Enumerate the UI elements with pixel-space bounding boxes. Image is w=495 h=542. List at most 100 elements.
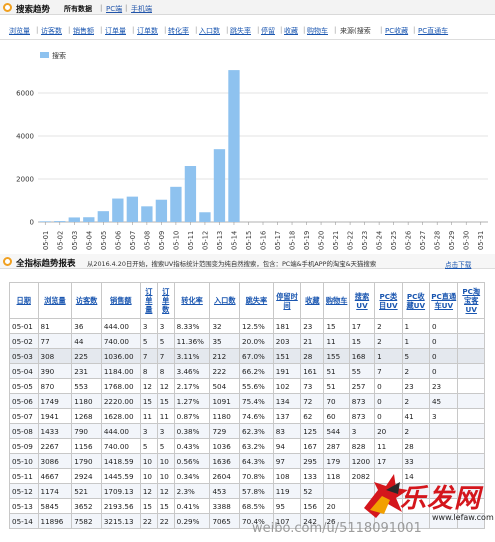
bar[interactable]: [97, 211, 109, 222]
table-cell: 64.3%: [239, 453, 274, 469]
tab-metric[interactable]: 销售额: [73, 26, 94, 36]
legend-label: 搜索: [52, 51, 66, 60]
filter-all-data[interactable]: 所有数据: [64, 4, 92, 14]
bar[interactable]: [228, 70, 240, 222]
table-cell: 73: [300, 378, 325, 394]
column-header[interactable]: 订单数: [156, 282, 175, 319]
table-row: 05-03 308 225 1036.00 7 7 3.11% 212 67.0% 151 28 15…: [9, 348, 485, 364]
bar[interactable]: [68, 217, 80, 222]
tab-metric[interactable]: 转化率: [168, 26, 189, 36]
table-cell: 0.38%: [173, 423, 211, 439]
table-cell: 0: [374, 408, 403, 424]
column-header[interactable]: 收藏: [300, 282, 325, 319]
table-cell: 3215.13: [100, 513, 141, 529]
table-cell: [428, 438, 459, 454]
tab-metric[interactable]: 订单数: [137, 26, 158, 36]
table-cell: 1.27%: [173, 393, 211, 409]
table-cell: 1036.00: [100, 348, 141, 364]
table-cell: 94: [272, 438, 302, 454]
bar[interactable]: [39, 221, 51, 222]
x-tick-label: 05-17: [274, 231, 282, 250]
table-cell: 2604: [209, 468, 241, 484]
table-cell: 60: [323, 408, 350, 424]
column-header[interactable]: 购物车: [323, 282, 350, 319]
column-header[interactable]: 跳失率: [239, 282, 274, 319]
column-header[interactable]: 入口数: [209, 282, 241, 319]
table-cell: 68.5%: [239, 498, 274, 514]
table-cell: 95: [272, 498, 302, 514]
table-cell: 2.17%: [173, 378, 211, 394]
table-cell: 11: [156, 408, 175, 424]
table-cell: 1749: [37, 393, 73, 409]
table-cell: 1709.13: [100, 483, 141, 499]
table-cell: 17: [348, 318, 376, 334]
column-header[interactable]: PC类目UV: [374, 282, 403, 319]
tab-metric[interactable]: 访客数: [41, 26, 62, 36]
table-cell: [457, 348, 485, 364]
column-header[interactable]: PC收藏UV: [401, 282, 430, 319]
section-bullet-icon: [3, 257, 12, 266]
legend-swatch: [40, 52, 49, 58]
download-link[interactable]: 点击下载: [445, 259, 471, 269]
column-header[interactable]: 转化率: [173, 282, 211, 319]
column-header[interactable]: 搜索UV: [348, 282, 376, 319]
table-cell: 55: [348, 363, 376, 379]
table-cell: 1268: [71, 408, 102, 424]
table-cell: 05-09: [9, 438, 39, 454]
table-cell: 15: [348, 333, 376, 349]
table-cell: 0.87%: [173, 408, 211, 424]
column-header[interactable]: 销售额: [100, 282, 141, 319]
table-cell: 74.6%: [239, 408, 274, 424]
table-cell: 97: [272, 453, 302, 469]
table-row: 05-08 1433 790 444.00 3 3 0.38% 729 62.3% 83 125 54…: [9, 423, 485, 439]
column-header[interactable]: 浏览量: [37, 282, 73, 319]
x-tick-label: 05-27: [419, 231, 427, 250]
table-cell: 12: [139, 378, 158, 394]
tab-metric[interactable]: 停留: [261, 26, 275, 36]
table-cell: 12: [139, 483, 158, 499]
column-header[interactable]: 访客数: [71, 282, 102, 319]
column-header[interactable]: 日期: [9, 282, 39, 319]
bar[interactable]: [141, 206, 153, 222]
tab-metric[interactable]: 入口数: [199, 26, 220, 36]
x-tick-label: 05-05: [100, 231, 108, 250]
tab-metric[interactable]: PC直通车: [418, 26, 448, 36]
table-cell: 70.8%: [239, 468, 274, 484]
table-cell: 3: [348, 423, 376, 439]
bar[interactable]: [112, 198, 124, 222]
bar[interactable]: [213, 149, 226, 222]
table-cell: 52: [300, 483, 325, 499]
column-header[interactable]: PC直通车UV: [428, 282, 459, 319]
filter-pc[interactable]: PC端: [106, 4, 122, 14]
table-cell: 41: [401, 408, 430, 424]
column-header[interactable]: 订单量: [139, 282, 158, 319]
tab-metric[interactable]: 购物车: [307, 26, 328, 36]
tab-metric[interactable]: 跳失率: [230, 26, 251, 36]
filter-mobile[interactable]: 手机端: [131, 4, 152, 14]
x-tick-label: 05-29: [448, 231, 456, 250]
table-cell: 203: [272, 333, 302, 349]
tab-metric[interactable]: PC收藏: [385, 26, 408, 36]
bar[interactable]: [199, 212, 211, 222]
column-header[interactable]: 停留时间: [272, 282, 302, 319]
y-tick-label: 6000: [16, 90, 34, 98]
bar[interactable]: [184, 166, 197, 222]
tab-metric-active[interactable]: 来源(搜索: [340, 26, 371, 36]
x-tick-label: 05-07: [129, 231, 137, 250]
bar[interactable]: [155, 199, 168, 222]
bar[interactable]: [54, 221, 66, 222]
table-cell: 05-06: [9, 393, 39, 409]
table-cell: 108: [272, 468, 302, 484]
table-cell: 15: [139, 498, 158, 514]
bar[interactable]: [170, 186, 182, 222]
tab-metric[interactable]: 浏览量: [9, 26, 30, 36]
column-header[interactable]: PC淘宝客UV: [457, 282, 485, 319]
table-cell: 83: [272, 423, 302, 439]
table-cell: 7582: [71, 513, 102, 529]
tab-metric[interactable]: 订单量: [105, 26, 126, 36]
tab-metric[interactable]: 收藏: [284, 26, 298, 36]
bar[interactable]: [83, 217, 95, 222]
table-cell: 231: [71, 363, 102, 379]
bar[interactable]: [126, 196, 139, 222]
table-cell: 134: [272, 393, 302, 409]
